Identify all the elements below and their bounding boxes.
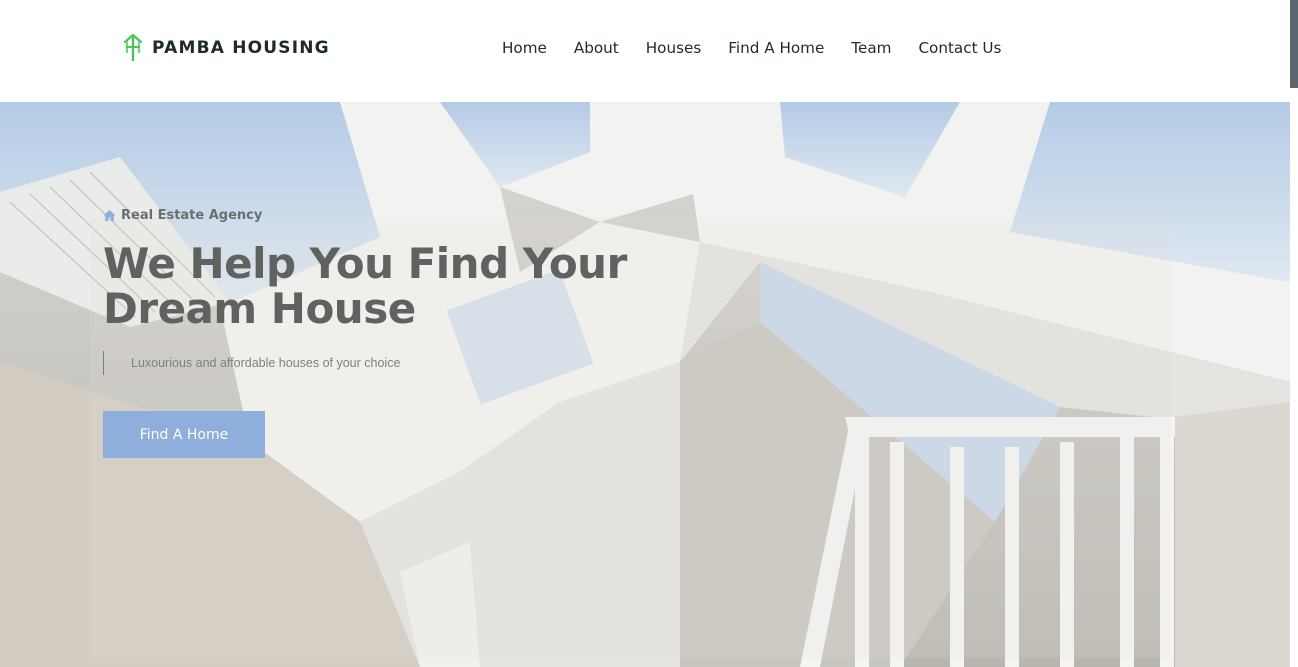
nav-houses[interactable]: Houses xyxy=(646,39,702,57)
hero-subtitle: Luxourious and affordable houses of your… xyxy=(103,351,663,375)
nav-contact-us[interactable]: Contact Us xyxy=(918,39,1001,57)
nav-find-a-home[interactable]: Find A Home xyxy=(728,39,824,57)
scrollbar-thumb[interactable] xyxy=(1290,0,1298,88)
pitchfork-house-icon xyxy=(123,33,143,61)
hero-tag: Real Estate Agency xyxy=(103,208,663,223)
home-icon xyxy=(103,210,116,221)
hero-content: Real Estate Agency We Help You Find Your… xyxy=(103,208,663,458)
site-header: PAMBA HOUSING Home About Houses Find A H… xyxy=(0,0,1290,102)
brand-name: PAMBA HOUSING xyxy=(152,38,330,58)
hero-headline-line-1: We Help You Find Your xyxy=(103,239,627,288)
find-a-home-button[interactable]: Find A Home xyxy=(103,411,265,458)
nav-home[interactable]: Home xyxy=(502,39,547,57)
main-nav: Home About Houses Find A Home Team Conta… xyxy=(502,39,1001,57)
hero-subtitle-text: Luxourious and affordable houses of your… xyxy=(131,356,401,370)
page-scrollbar[interactable] xyxy=(1290,0,1298,667)
nav-about[interactable]: About xyxy=(574,39,619,57)
brand-logo[interactable]: PAMBA HOUSING xyxy=(122,33,330,63)
nav-team[interactable]: Team xyxy=(851,39,891,57)
hero-headline: We Help You Find Your Dream House xyxy=(103,241,663,331)
hero-headline-line-2: Dream House xyxy=(103,284,416,333)
hero-tag-label: Real Estate Agency xyxy=(121,208,263,223)
